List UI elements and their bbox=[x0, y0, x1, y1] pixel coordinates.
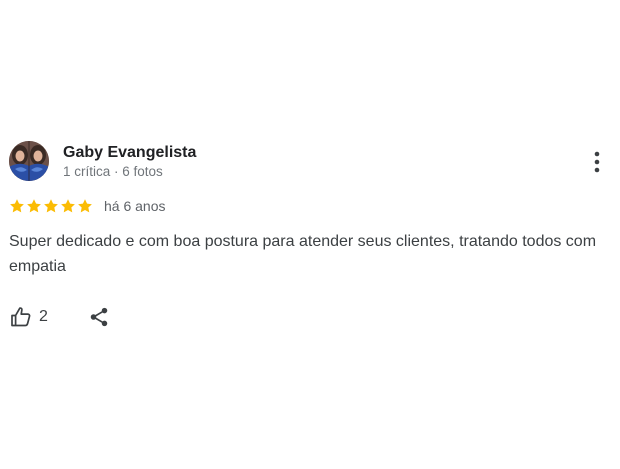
avatar[interactable] bbox=[9, 141, 49, 181]
star-icon bbox=[27, 199, 41, 213]
rating-row: há 6 anos bbox=[9, 196, 166, 216]
review-card: Gaby Evangelista 1 crítica · 6 fotos há … bbox=[9, 141, 609, 327]
review-actions: 2 bbox=[9, 304, 110, 330]
more-options-button[interactable] bbox=[585, 149, 609, 175]
share-button[interactable] bbox=[88, 306, 110, 328]
star-rating bbox=[9, 198, 93, 214]
author-name[interactable]: Gaby Evangelista bbox=[63, 144, 196, 162]
like-button[interactable]: 2 bbox=[9, 305, 48, 329]
review-date: há 6 anos bbox=[104, 198, 166, 214]
star-icon bbox=[78, 199, 92, 213]
review-text: Super dedicado e com boa postura para at… bbox=[9, 233, 597, 275]
like-count: 2 bbox=[39, 308, 48, 325]
more-vert-icon bbox=[594, 151, 600, 173]
star-icon bbox=[44, 199, 58, 213]
star-icon bbox=[10, 199, 24, 213]
thumbs-up-icon bbox=[11, 307, 31, 327]
share-icon bbox=[90, 307, 108, 327]
star-icon bbox=[61, 199, 75, 213]
avatar-image bbox=[9, 141, 49, 181]
author-meta: 1 crítica · 6 fotos bbox=[63, 164, 163, 179]
review-header: Gaby Evangelista 1 crítica · 6 fotos bbox=[9, 141, 609, 183]
